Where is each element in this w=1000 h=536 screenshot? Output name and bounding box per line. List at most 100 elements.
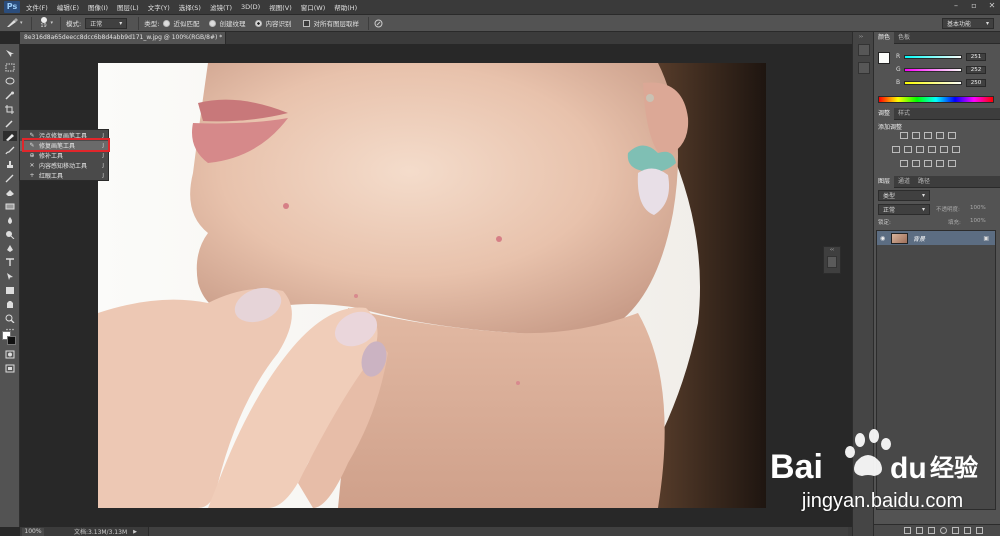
zoom-tool-icon[interactable] [3,313,17,323]
path-selection-tool-icon[interactable] [3,271,17,281]
hand-tool-icon[interactable] [3,299,17,309]
gradient-tool-icon[interactable] [3,201,17,211]
gradient-map-icon[interactable] [936,160,944,167]
layer-name[interactable]: 背景 [913,234,925,243]
background-color-swatch[interactable] [7,336,16,345]
pressure-size-icon[interactable] [374,18,384,28]
mode-select[interactable]: 正常 ▾ [85,17,128,29]
brush-tool-icon[interactable] [3,145,17,155]
collapse-arrows-icon[interactable]: ›› [859,34,863,40]
color-spectrum[interactable] [878,96,994,103]
tab-color[interactable]: 颜色 [874,31,895,44]
brush-preset-picker[interactable]: 19 [37,17,51,29]
new-layer-icon[interactable] [964,527,971,534]
menu-view[interactable]: 视图(V) [269,2,292,12]
quick-selection-tool-icon[interactable] [3,90,17,100]
link-layers-icon[interactable] [904,527,911,534]
pen-tool-icon[interactable] [3,243,17,253]
marquee-tool-icon[interactable] [3,62,17,72]
crop-tool-icon[interactable] [3,104,17,114]
flyout-item-red-eye[interactable]: + 红眼工具 J [20,171,108,181]
black-white-icon[interactable] [916,146,924,153]
type-tool-icon[interactable] [3,257,17,267]
maximize-icon[interactable]: ▫ [970,2,978,10]
selective-color-icon[interactable] [948,160,956,167]
sample-all-layers-checkbox[interactable] [303,19,311,27]
eraser-tool-icon[interactable] [3,187,17,197]
new-group-icon[interactable] [952,527,959,534]
tab-layers[interactable]: 图层 [874,175,895,188]
menu-type[interactable]: 文字(Y) [148,2,170,12]
menu-file[interactable]: 文件(F) [26,2,48,12]
history-panel-icon[interactable] [858,44,870,56]
radio-content-aware[interactable] [255,19,263,27]
photo-canvas[interactable] [98,63,766,508]
tool-preset-arrow-icon[interactable]: ▾ [20,20,23,26]
eye-icon[interactable]: ◉ [880,235,885,242]
invert-icon[interactable] [900,160,908,167]
flyout-item-patch[interactable]: ⊕ 修补工具 J [20,151,108,161]
layer-kind-filter[interactable]: 类型 ▾ [878,190,930,201]
menu-layer[interactable]: 图层(L) [117,2,139,12]
channel-mixer-icon[interactable] [940,146,948,153]
current-tool-icon[interactable] [6,18,20,28]
rectangle-tool-icon[interactable] [3,285,17,295]
green-slider-track[interactable] [904,67,962,72]
curves-icon[interactable] [924,132,932,139]
delete-layer-icon[interactable] [976,527,983,534]
color-lookup-icon[interactable] [952,146,960,153]
blue-slider-row[interactable]: B 250 [896,78,996,87]
horizontal-scrollbar[interactable] [148,527,848,536]
workspace-select[interactable]: 基本功能 ▾ [942,18,994,29]
tab-adjustments[interactable]: 调整 [874,107,895,120]
lasso-tool-icon[interactable] [3,76,17,86]
close-icon[interactable]: ✕ [988,2,996,10]
menu-filter[interactable]: 滤镜(T) [210,2,232,12]
red-slider-row[interactable]: R 251 [896,52,996,61]
radio-create-texture[interactable] [209,19,217,27]
red-slider-track[interactable] [904,54,962,59]
document-tab[interactable]: 8e316d8a65deecc8dcc6b8d4abb9d171_w.jpg @… [20,32,226,44]
blend-mode-select[interactable]: 正常 ▾ [878,204,930,215]
quick-mask-icon[interactable] [3,349,17,359]
opacity-value[interactable]: 100% [970,205,986,211]
tab-swatches[interactable]: 色板 [894,32,914,44]
dodge-tool-icon[interactable] [3,229,17,239]
tab-paths[interactable]: 路径 [914,176,934,188]
tab-channels[interactable]: 通道 [894,176,914,188]
blur-tool-icon[interactable] [3,215,17,225]
brightness-icon[interactable] [900,132,908,139]
menu-help[interactable]: 帮助(H) [334,2,357,12]
brush-arrow-icon[interactable]: ▾ [51,20,54,26]
exposure-icon[interactable] [936,132,944,139]
zoom-level[interactable]: 100% [22,527,44,536]
menu-window[interactable]: 窗口(W) [301,2,326,12]
color-balance-icon[interactable] [904,146,912,153]
green-slider-row[interactable]: G 252 [896,65,996,74]
posterize-icon[interactable] [912,160,920,167]
minimize-icon[interactable]: – [952,2,960,10]
adjustment-layer-icon[interactable] [940,527,947,534]
vibrance-icon[interactable] [948,132,956,139]
layer-style-icon[interactable] [916,527,923,534]
healing-tool-icon[interactable] [3,131,17,141]
menu-3d[interactable]: 3D(D) [241,3,260,11]
photo-filter-icon[interactable] [928,146,936,153]
blue-slider-track[interactable] [904,80,962,85]
hue-saturation-icon[interactable] [892,146,900,153]
levels-icon[interactable] [912,132,920,139]
brush-presets-icon[interactable] [827,256,837,268]
menu-select[interactable]: 选择(S) [179,2,201,12]
clone-stamp-tool-icon[interactable] [3,159,17,169]
radio-proximity-match[interactable] [163,19,171,27]
color-fg-swatch[interactable] [878,52,890,64]
status-menu-arrow-icon[interactable]: ▶ [133,529,137,535]
menu-image[interactable]: 图像(I) [88,2,108,12]
threshold-icon[interactable] [924,160,932,167]
layer-row-background[interactable]: ◉ 背景 ▣ [877,231,995,245]
menu-edit[interactable]: 编辑(E) [57,2,79,12]
expand-arrows-icon[interactable]: ‹‹ [824,247,840,254]
layer-mask-icon[interactable] [928,527,935,534]
blue-value[interactable]: 250 [966,78,986,87]
tab-styles[interactable]: 样式 [894,108,914,120]
